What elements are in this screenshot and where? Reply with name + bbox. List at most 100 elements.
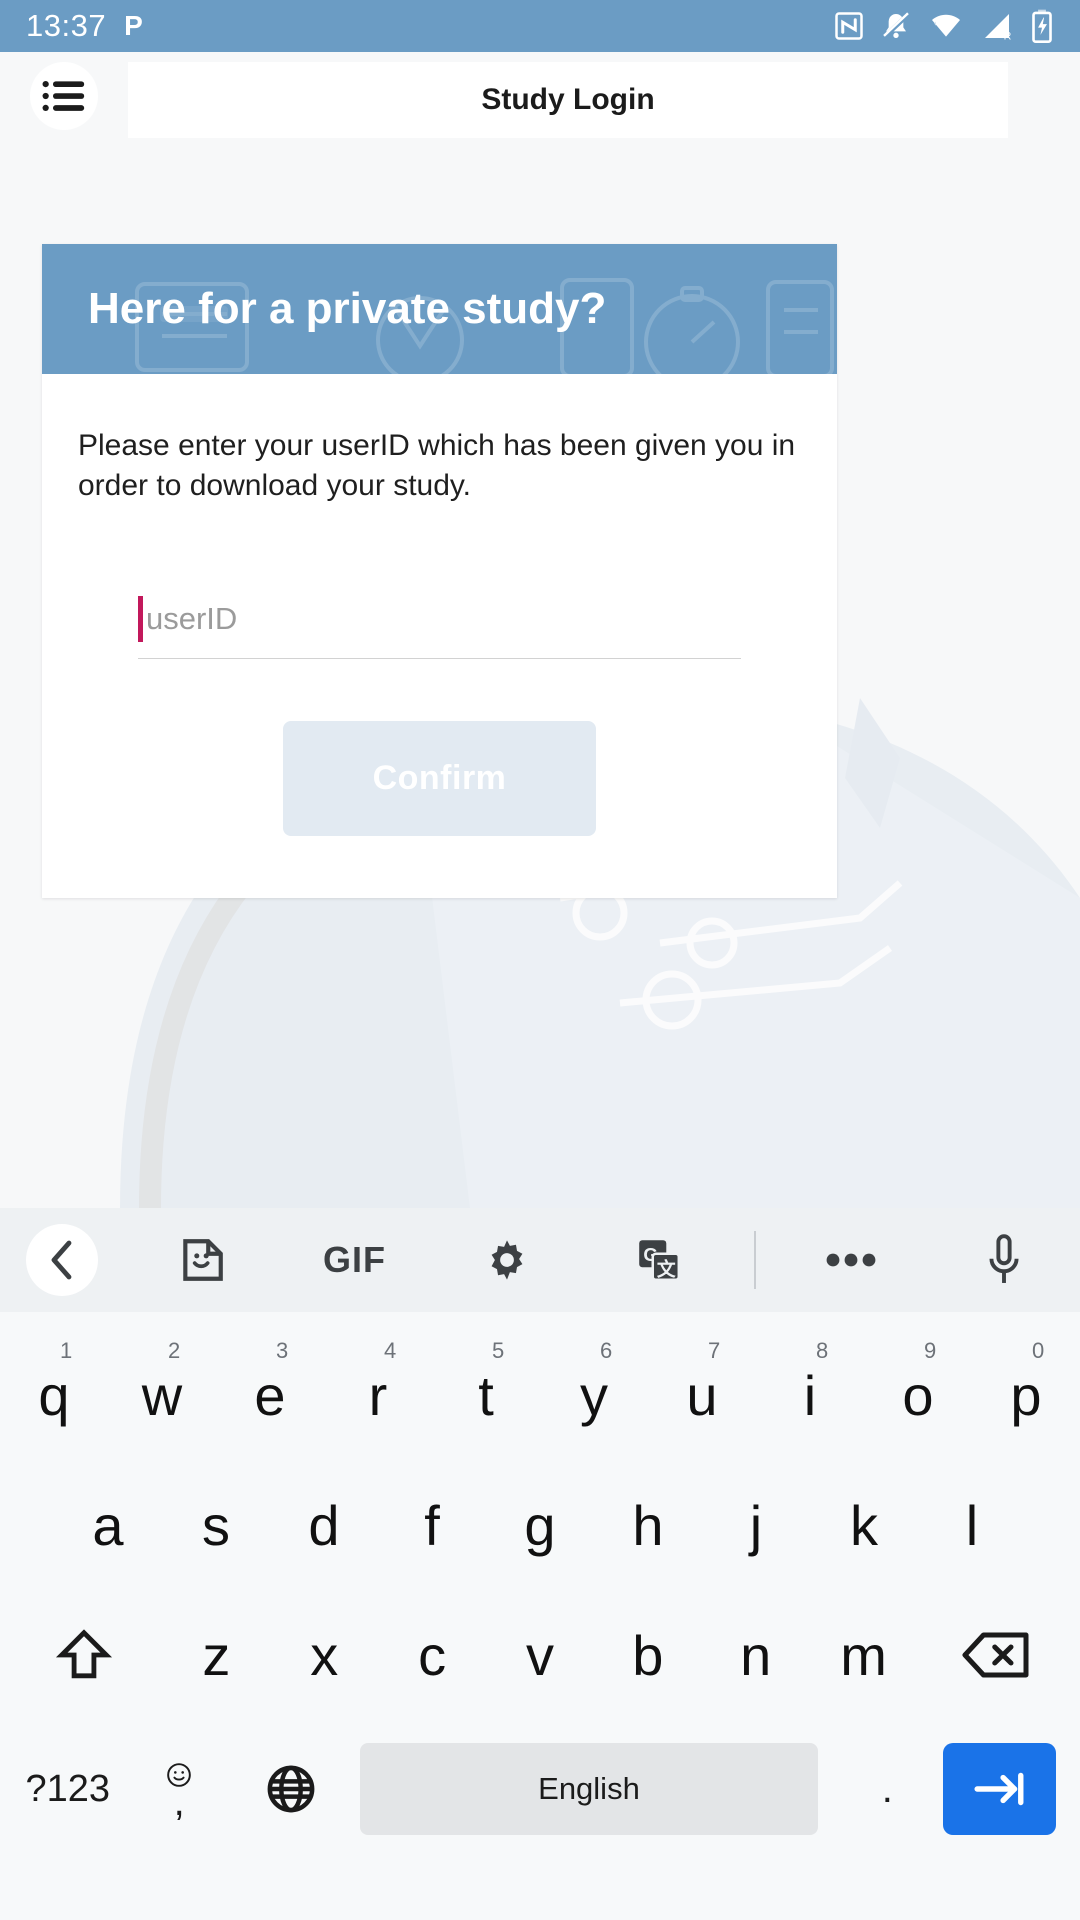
- google-translate-icon: G 文: [639, 1240, 681, 1282]
- google-translate-button[interactable]: G 文: [583, 1208, 735, 1312]
- key-r[interactable]: 4 r: [324, 1330, 432, 1460]
- sticker-button[interactable]: [126, 1208, 278, 1312]
- key-label: t: [478, 1363, 494, 1427]
- key-b[interactable]: b: [594, 1590, 702, 1720]
- period-key-label: .: [881, 1766, 893, 1811]
- key-label: w: [141, 1363, 183, 1427]
- period-key[interactable]: .: [832, 1767, 943, 1812]
- key-hint: 2: [168, 1338, 181, 1363]
- key-k[interactable]: k: [810, 1460, 918, 1590]
- key-g[interactable]: g: [486, 1460, 594, 1590]
- key-e[interactable]: 3 e: [216, 1330, 324, 1460]
- key-label: v: [525, 1623, 554, 1687]
- key-label: b: [632, 1623, 664, 1687]
- key-x[interactable]: x: [270, 1590, 378, 1720]
- key-label: f: [424, 1493, 440, 1557]
- key-w[interactable]: 2 w: [108, 1330, 216, 1460]
- keyboard-settings-button[interactable]: [431, 1208, 583, 1312]
- language-globe-icon: [267, 1765, 315, 1813]
- status-bar-clock: 13:37: [26, 8, 107, 43]
- shift-key[interactable]: [6, 1626, 162, 1684]
- key-a[interactable]: a: [54, 1460, 162, 1590]
- enter-arrow-icon: [973, 1772, 1023, 1806]
- notifications-muted-icon: [882, 12, 910, 39]
- key-d[interactable]: d: [270, 1460, 378, 1590]
- status-bar-left: 13:37 P: [26, 8, 143, 44]
- key-label: a: [92, 1493, 124, 1557]
- key-label: q: [38, 1363, 70, 1427]
- keyboard-row-3: z x c v b n m: [0, 1590, 1080, 1720]
- key-z[interactable]: z: [162, 1590, 270, 1720]
- key-label: z: [202, 1623, 231, 1687]
- key-label: h: [632, 1493, 664, 1557]
- gif-icon: GIF: [322, 1239, 386, 1280]
- userid-input-row[interactable]: userID: [138, 580, 741, 642]
- key-label: e: [254, 1363, 286, 1427]
- key-i[interactable]: 8 i: [756, 1330, 864, 1460]
- gif-button[interactable]: GIF: [278, 1208, 430, 1312]
- key-m[interactable]: m: [810, 1590, 918, 1720]
- nfc-icon: [835, 12, 863, 40]
- key-f[interactable]: f: [378, 1460, 486, 1590]
- keyboard-toolbar: GIF G 文: [0, 1208, 1080, 1312]
- more-options-icon: [827, 1253, 876, 1267]
- key-label: c: [418, 1623, 447, 1687]
- cellular-signal-roaming-icon: R: [985, 14, 1012, 42]
- key-label: i: [803, 1363, 817, 1427]
- key-hint: 4: [384, 1338, 397, 1363]
- key-n[interactable]: n: [702, 1590, 810, 1720]
- screen-root: 13:37 P R Study Login Here for a private…: [0, 0, 1080, 1920]
- backspace-key[interactable]: [918, 1628, 1074, 1682]
- study-login-card: Here for a private study? Please enter y…: [42, 244, 837, 898]
- key-hint: 3: [276, 1338, 289, 1363]
- settings-gear-icon: [491, 1240, 523, 1280]
- keyboard-rows: 1 q 2 w 3 e 4 r 5 t 6 y 7 u 8 i 9 o 0 p …: [0, 1312, 1080, 1858]
- key-o[interactable]: 9 o: [864, 1330, 972, 1460]
- keyboard-row-4: ?123 , English .: [0, 1720, 1080, 1858]
- status-bar-right: R: [834, 9, 1054, 43]
- keyboard-row-2: a s d f g h j k l: [0, 1460, 1080, 1590]
- key-l[interactable]: l: [918, 1460, 1026, 1590]
- card-body: Please enter your userID which has been …: [42, 374, 837, 898]
- keyboard-toolbar-items: GIF G 文: [126, 1208, 1080, 1312]
- key-h[interactable]: h: [594, 1460, 702, 1590]
- key-label: k: [850, 1493, 878, 1557]
- key-v[interactable]: v: [486, 1590, 594, 1720]
- key-label: x: [310, 1623, 339, 1687]
- menu-button[interactable]: [30, 62, 98, 130]
- space-key[interactable]: English: [360, 1743, 818, 1835]
- key-label: l: [965, 1493, 979, 1557]
- key-c[interactable]: c: [378, 1590, 486, 1720]
- status-bar: 13:37 P R: [0, 0, 1080, 52]
- key-label: j: [749, 1493, 763, 1557]
- key-label: o: [902, 1363, 934, 1427]
- keyboard-back-button[interactable]: [26, 1224, 98, 1296]
- key-y[interactable]: 6 y: [540, 1330, 648, 1460]
- key-p[interactable]: 0 p: [972, 1330, 1080, 1460]
- more-options-button[interactable]: [775, 1208, 927, 1312]
- key-u[interactable]: 7 u: [648, 1330, 756, 1460]
- key-label: u: [686, 1363, 718, 1427]
- toolbar-divider: [735, 1208, 775, 1312]
- key-hint: 0: [1032, 1338, 1045, 1363]
- key-q[interactable]: 1 q: [0, 1330, 108, 1460]
- key-label: m: [840, 1623, 887, 1687]
- key-hint: 7: [708, 1338, 721, 1363]
- title-bar: Study Login: [128, 62, 1008, 138]
- virtual-keyboard: GIF G 文 1 q 2 w 3 e 4 r 5 t 6 y 7 u 8 i …: [0, 1208, 1080, 1920]
- enter-key[interactable]: [943, 1743, 1057, 1835]
- list-menu-icon: [42, 80, 85, 112]
- key-hint: 5: [492, 1338, 505, 1363]
- key-j[interactable]: j: [702, 1460, 810, 1590]
- comma-key[interactable]: ,: [123, 1762, 234, 1822]
- symbols-key[interactable]: ?123: [12, 1768, 123, 1811]
- voice-input-button[interactable]: [928, 1208, 1080, 1312]
- language-switch-key[interactable]: [235, 1762, 346, 1816]
- space-key-label: English: [538, 1771, 640, 1806]
- key-s[interactable]: s: [162, 1460, 270, 1590]
- svg-text:文: 文: [657, 1258, 676, 1280]
- userid-field-wrapper[interactable]: userID: [138, 580, 741, 659]
- key-t[interactable]: 5 t: [432, 1330, 540, 1460]
- key-hint: 1: [60, 1338, 73, 1363]
- confirm-button[interactable]: Confirm: [283, 720, 596, 836]
